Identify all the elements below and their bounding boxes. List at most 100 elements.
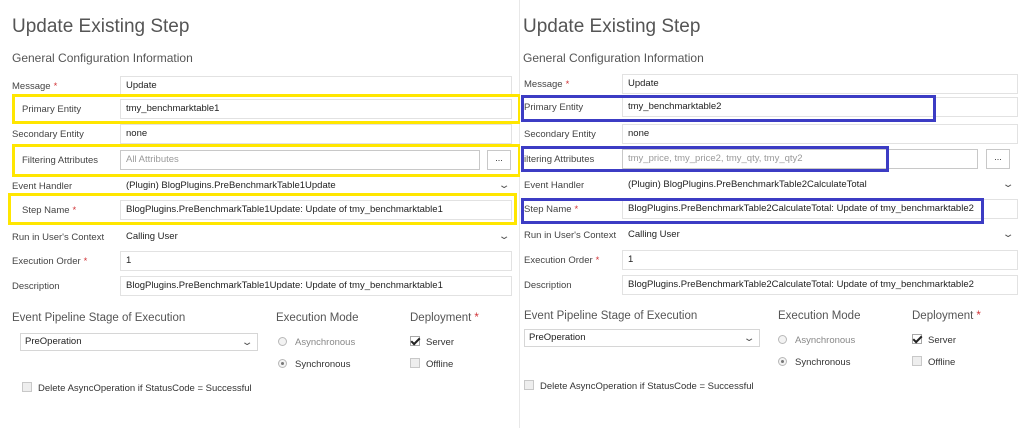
required-marker: *	[72, 205, 77, 216]
pipeline-stage-select[interactable]: PreOperation ⌄	[20, 333, 258, 351]
filtering-attributes-row: Filtering Attributes All Attributes ...	[0, 150, 520, 172]
execution-order-label: Execution Order *	[524, 255, 600, 266]
delete-async-checkbox[interactable]: Delete AsyncOperation if StatusCode = Su…	[22, 382, 252, 396]
filtering-attributes-label: iltering Attributes	[524, 154, 595, 165]
step-name-row: Step Name * BlogPlugins.PreBenchmarkTable…	[0, 200, 520, 222]
page-title: Update Existing Step	[523, 16, 701, 37]
chevron-down-icon[interactable]: ⌄	[498, 180, 511, 191]
message-field[interactable]: Update	[120, 76, 512, 96]
server-checkbox[interactable]: Server	[912, 334, 956, 348]
pipeline-stage-label: Event Pipeline Stage of Execution	[524, 310, 698, 322]
description-row: Description BlogPlugins.PreBenchmarkTabl…	[520, 275, 1024, 297]
required-marker: *	[53, 81, 58, 92]
checkmark-icon	[410, 336, 420, 346]
filtering-attributes-field[interactable]: tmy_price, tmy_price2, tmy_qty, tmy_qty2	[622, 149, 978, 169]
left-step-panel: Update Existing Step General Configurati…	[0, 0, 521, 428]
description-field[interactable]: BlogPlugins.PreBenchmarkTable2CalculateT…	[622, 275, 1018, 295]
filtering-attributes-label: Filtering Attributes	[22, 155, 99, 166]
execution-order-field[interactable]: 1	[120, 251, 512, 271]
pipeline-stage-value: PreOperation	[529, 332, 586, 343]
secondary-entity-label: Secondary Entity	[524, 129, 596, 140]
description-row: Description BlogPlugins.PreBenchmarkTabl…	[0, 276, 520, 298]
primary-entity-label: Primary Entity	[524, 102, 584, 113]
run-context-label: Run in User's Context	[524, 230, 617, 241]
step-name-field[interactable]: BlogPlugins.PreBenchmarkTable1Update: Up…	[120, 200, 512, 220]
event-handler-row: Event Handler (Plugin) BlogPlugins.PreBe…	[520, 175, 1024, 197]
step-name-row: Step Name * BlogPlugins.PreBenchmarkTable…	[520, 199, 1024, 221]
run-context-select[interactable]: Calling User	[622, 225, 992, 245]
asynchronous-radio[interactable]: Asynchronous	[278, 336, 355, 350]
event-handler-select[interactable]: (Plugin) BlogPlugins.PreBenchmarkTable2C…	[622, 175, 992, 195]
deployment-label: Deployment *	[912, 310, 981, 322]
message-label: Message *	[12, 81, 58, 92]
required-marker: *	[83, 256, 88, 267]
filtering-attributes-browse-button[interactable]: ...	[487, 150, 511, 170]
execution-mode-label: Execution Mode	[778, 310, 861, 322]
pipeline-stage-select[interactable]: PreOperation ⌄	[524, 329, 760, 347]
server-checkbox[interactable]: Server	[410, 336, 454, 350]
primary-entity-row: Primary Entity tmy_benchmarktable2	[520, 97, 1024, 119]
page-title: Update Existing Step	[12, 16, 190, 37]
run-context-row: Run in User's Context Calling User ⌄	[520, 225, 1024, 247]
delete-async-checkbox[interactable]: Delete AsyncOperation if StatusCode = Su…	[524, 380, 754, 394]
checkmark-icon	[912, 334, 922, 344]
description-label: Description	[12, 281, 60, 292]
run-context-row: Run in User's Context Calling User ⌄	[0, 227, 520, 249]
filtering-attributes-browse-button[interactable]: ...	[986, 149, 1010, 169]
execution-order-row: Execution Order * 1	[0, 251, 520, 273]
pipeline-stage-value: PreOperation	[25, 336, 82, 347]
event-handler-select[interactable]: (Plugin) BlogPlugins.PreBenchmarkTable1U…	[120, 176, 495, 196]
required-marker: *	[976, 310, 981, 322]
execution-order-label: Execution Order *	[12, 256, 88, 267]
checkbox-icon	[524, 380, 534, 390]
asynchronous-radio[interactable]: Asynchronous	[778, 334, 855, 348]
radio-icon	[278, 337, 287, 346]
primary-entity-label: Primary Entity	[22, 104, 82, 115]
chevron-down-icon[interactable]: ⌄	[241, 335, 254, 351]
chevron-down-icon[interactable]: ⌄	[1002, 229, 1015, 240]
radio-icon	[778, 357, 787, 366]
description-label: Description	[524, 280, 572, 291]
message-label: Message *	[524, 79, 570, 90]
chevron-down-icon[interactable]: ⌄	[498, 231, 511, 242]
checkbox-icon	[912, 356, 922, 366]
radio-icon	[778, 335, 787, 344]
secondary-entity-field[interactable]: none	[622, 124, 1018, 144]
execution-order-field[interactable]: 1	[622, 250, 1018, 270]
synchronous-radio[interactable]: Synchronous	[278, 358, 350, 372]
description-field[interactable]: BlogPlugins.PreBenchmarkTable1Update: Up…	[120, 276, 512, 296]
checkbox-icon	[22, 382, 32, 392]
step-name-label: Step Name *	[524, 204, 579, 215]
required-marker: *	[474, 312, 479, 324]
step-name-field[interactable]: BlogPlugins.PreBenchmarkTable2CalculateT…	[622, 199, 1018, 219]
primary-entity-field[interactable]: tmy_benchmarktable1	[120, 99, 512, 119]
secondary-entity-row: Secondary Entity none	[0, 124, 520, 146]
execution-order-row: Execution Order * 1	[520, 250, 1024, 272]
event-handler-label: Event Handler	[12, 181, 73, 192]
checkbox-icon	[410, 358, 420, 368]
pipeline-stage-label: Event Pipeline Stage of Execution	[12, 312, 186, 324]
offline-checkbox[interactable]: Offline	[912, 356, 955, 370]
message-row: Message * Update	[0, 76, 520, 98]
right-step-panel: Update Existing Step General Configurati…	[520, 0, 1024, 428]
secondary-entity-label: Secondary Entity	[12, 129, 84, 140]
event-handler-row: Event Handler (Plugin) BlogPlugins.PreBe…	[0, 176, 520, 198]
message-field[interactable]: Update	[622, 74, 1018, 94]
run-context-label: Run in User's Context	[12, 232, 105, 243]
deployment-label: Deployment *	[410, 312, 479, 324]
secondary-entity-field[interactable]: none	[120, 124, 512, 144]
required-marker: *	[595, 255, 600, 266]
chevron-down-icon[interactable]: ⌄	[743, 331, 756, 347]
required-marker: *	[574, 204, 579, 215]
step-name-label: Step Name *	[22, 205, 77, 216]
run-context-select[interactable]: Calling User	[120, 227, 495, 247]
section-subtitle: General Configuration Information	[12, 51, 193, 65]
filtering-attributes-field[interactable]: All Attributes	[120, 150, 480, 170]
message-row: Message * Update	[520, 74, 1024, 96]
secondary-entity-row: Secondary Entity none	[520, 124, 1024, 146]
synchronous-radio[interactable]: Synchronous	[778, 356, 850, 370]
offline-checkbox[interactable]: Offline	[410, 358, 453, 372]
primary-entity-field[interactable]: tmy_benchmarktable2	[622, 97, 1018, 117]
section-subtitle: General Configuration Information	[523, 51, 704, 65]
chevron-down-icon[interactable]: ⌄	[1002, 179, 1015, 190]
